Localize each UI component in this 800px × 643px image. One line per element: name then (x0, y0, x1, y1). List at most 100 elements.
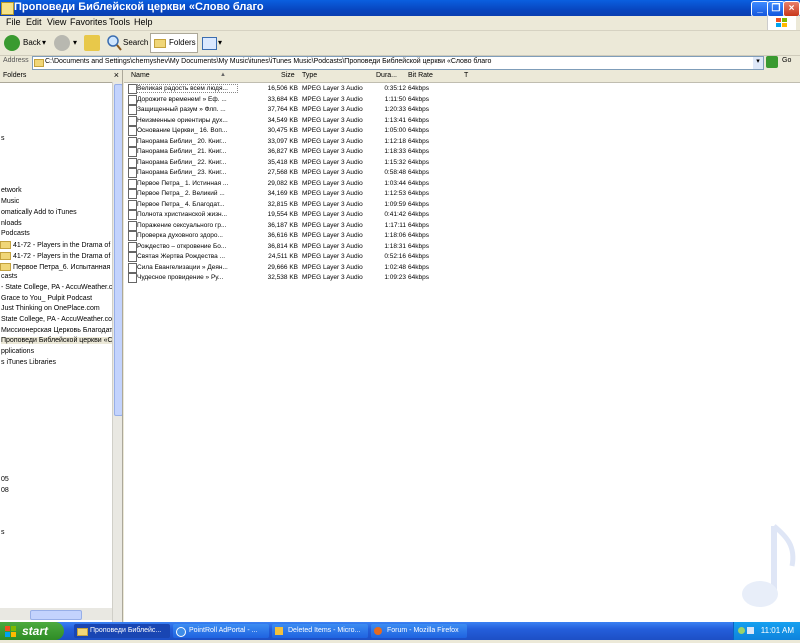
file-type: MPEG Layer 3 Audio (302, 190, 363, 197)
file-list[interactable]: Name ▲ Size Type Dura... Bit Rate T Вели… (124, 70, 800, 622)
file-duration: 1:02:48 (384, 263, 406, 271)
file-row[interactable]: Чудесное провидение » Ру... 32,538 KB MPEG… (124, 273, 800, 283)
up-folder-button[interactable] (84, 34, 100, 52)
folder-tree-item[interactable]: Проповеди Библейской церкви «Сл (1, 337, 117, 344)
folder-tree-item[interactable]: Миссионерская Церковь Благодат (1, 327, 113, 334)
folders-scrollbar[interactable] (112, 82, 122, 622)
menu-file[interactable]: File (6, 17, 21, 27)
file-bitrate: 64kbps (408, 179, 429, 187)
file-row[interactable]: Защищенный разум » Флп. ... 37,764 KB MPEG… (124, 105, 800, 115)
file-type: MPEG Layer 3 Audio (302, 274, 363, 281)
folders-hscrollbar[interactable] (0, 608, 112, 620)
file-row[interactable]: Дорожите временем! » Еф. ... 33,684 KB MPE… (124, 94, 800, 105)
task-outlook[interactable]: Deleted Items - Micro... (272, 624, 368, 638)
menu-view[interactable]: View (47, 17, 66, 27)
back-arrow-icon (4, 35, 20, 51)
file-row[interactable]: Сила Евангелизации » Деян... 29,666 KB MPE… (124, 262, 800, 273)
chevron-down-icon[interactable]: ▾ (73, 34, 77, 52)
tray-icon[interactable] (747, 627, 754, 634)
folders-button[interactable]: Folders (150, 33, 198, 53)
file-row[interactable]: Первое Петра_ 4. Благодат... 32,815 KB MPE… (124, 199, 800, 210)
file-name: Дорожите временем! » Еф. ... (137, 95, 227, 103)
file-duration: 0:52:16 (384, 253, 406, 260)
audio-file-icon (128, 136, 137, 147)
task-explorer[interactable]: Проповеди Библейс... (74, 624, 170, 638)
folder-tree-item[interactable]: s (1, 135, 5, 142)
column-header-track[interactable]: T (464, 72, 468, 79)
sort-chevron-icon: ▲ (220, 72, 226, 78)
folder-tree-item[interactable]: nloads (1, 220, 22, 227)
menu-help[interactable]: Help (134, 17, 153, 27)
file-row[interactable]: Основание Церкви_ 16. Воп... 30,475 KB MPE… (124, 126, 800, 136)
close-icon[interactable]: × (114, 70, 119, 80)
folder-tree-item[interactable]: State College, PA - AccuWeather.com (1, 316, 118, 323)
title-bar[interactable]: Проповеди Библейской церкви «Слово благо… (0, 0, 800, 17)
folder-tree-item[interactable]: - State College, PA - AccuWeather.co (1, 284, 116, 291)
folder-tree-item[interactable]: Podcasts (1, 230, 30, 237)
folder-tree-item[interactable]: Music (1, 198, 19, 205)
views-button[interactable]: ▾ (200, 34, 224, 52)
forward-button[interactable]: ▾ (54, 34, 78, 52)
close-button[interactable]: × (783, 1, 800, 17)
file-size: 30,475 KB (267, 127, 298, 134)
folder-tree-item[interactable]: s (1, 529, 5, 536)
menu-favorites[interactable]: Favorites (70, 17, 107, 27)
chevron-down-icon[interactable]: ▾ (42, 34, 46, 52)
file-row[interactable]: Панорама Библии_ 20. Книг... 33,097 KB MPE… (124, 136, 800, 147)
file-size: 34,169 KB (267, 190, 298, 197)
column-header-duration[interactable]: Dura... (376, 72, 397, 79)
chevron-down-icon[interactable]: ▾ (218, 34, 222, 52)
file-row[interactable]: Первое Петра_ 2. Великий ... 34,169 KB MPE… (124, 189, 800, 199)
address-dropdown-icon[interactable]: ▾ (753, 57, 763, 69)
start-button[interactable]: start (0, 622, 64, 640)
search-button[interactable]: Search (106, 34, 148, 52)
windows-logo-icon (5, 625, 17, 637)
file-row[interactable]: Великая радость всем людя... 16,506 KB MPE… (124, 84, 800, 94)
file-row[interactable]: Панорама Библии_ 23. Книг... 27,568 KB MPE… (124, 168, 800, 178)
task-firefox[interactable]: Forum - Mozilla Firefox (371, 624, 467, 638)
file-row[interactable]: Полнота христианской жизн... 19,554 KB MPE… (124, 210, 800, 220)
file-name: Основание Церкви_ 16. Воп... (137, 127, 228, 134)
folder-tree-item[interactable]: Первое Петра_6. Испытанная (0, 263, 110, 271)
folder-tree-item[interactable]: 41-72 - Players in the Drama of t (0, 252, 114, 260)
folder-tree-item[interactable]: Just Thinking on OnePlace.com (1, 305, 100, 312)
address-input[interactable]: C:\Documents and Settings\chernyshev\My … (32, 56, 764, 70)
column-header-name[interactable]: Name (131, 72, 150, 79)
folder-tree-item[interactable]: omatically Add to iTunes (1, 209, 77, 216)
column-header-type[interactable]: Type (302, 72, 317, 79)
folder-tree-item[interactable]: pplications (1, 348, 34, 355)
menu-tools[interactable]: Tools (109, 17, 130, 27)
file-row[interactable]: Святая Жертва Рождества ... 24,511 KB MPEG… (124, 252, 800, 262)
folder-tree-item[interactable]: 41-72 - Players in the Drama of t (0, 241, 114, 249)
folder-tree-item[interactable]: s iTunes Libraries (1, 359, 56, 366)
file-row[interactable]: Панорама Библии_ 22. Книг... 35,418 KB MPE… (124, 157, 800, 168)
audio-file-icon (128, 262, 137, 273)
file-row[interactable]: Рождество – откровение Бо... 36,814 KB MPE… (124, 241, 800, 252)
folder-tree-item[interactable]: Grace to You_ Pulpit Podcast (1, 295, 92, 302)
folder-tree-item[interactable]: 08 (1, 487, 9, 494)
folder-tree-item[interactable]: 05 (1, 476, 9, 483)
menu-edit[interactable]: Edit (26, 17, 42, 27)
scrollbar-thumb[interactable] (30, 610, 82, 620)
folders-pane[interactable]: Folders × s etwork Music omatically Add to … (0, 70, 123, 622)
file-row[interactable]: Поражение сексуального гр... 36,187 KB MPE… (124, 220, 800, 231)
column-header-size[interactable]: Size (281, 72, 295, 79)
file-size: 36,616 KB (267, 232, 298, 239)
file-name: Чудесное провидение » Ру... (137, 274, 224, 281)
scrollbar-thumb[interactable] (114, 84, 122, 416)
folder-icon (77, 628, 88, 636)
go-button[interactable]: Go (766, 56, 798, 69)
file-row[interactable]: Проверка духовного здоро... 36,616 KB MPEG… (124, 231, 800, 241)
file-row[interactable]: Неизменные ориентиры дух... 34,549 KB MPEG… (124, 115, 800, 126)
file-bitrate: 64kbps (408, 106, 429, 113)
file-duration: 0:41:42 (384, 211, 406, 218)
tray-icon[interactable] (738, 627, 745, 634)
file-row[interactable]: Первое Петра_ 1. Истинная ... 29,082 KB MP… (124, 178, 800, 189)
column-header-bitrate[interactable]: Bit Rate (408, 72, 433, 79)
file-row[interactable]: Панорама Библии_ 21. Книг... 36,827 KB MPE… (124, 147, 800, 157)
folder-tree-item[interactable]: etwork (1, 187, 22, 194)
folder-tree-item[interactable]: casts (1, 273, 17, 280)
back-button[interactable]: Back ▾ (4, 34, 50, 52)
task-pointroll[interactable]: PointRoll AdPortal - ... (173, 624, 269, 638)
file-size: 34,549 KB (267, 116, 298, 124)
